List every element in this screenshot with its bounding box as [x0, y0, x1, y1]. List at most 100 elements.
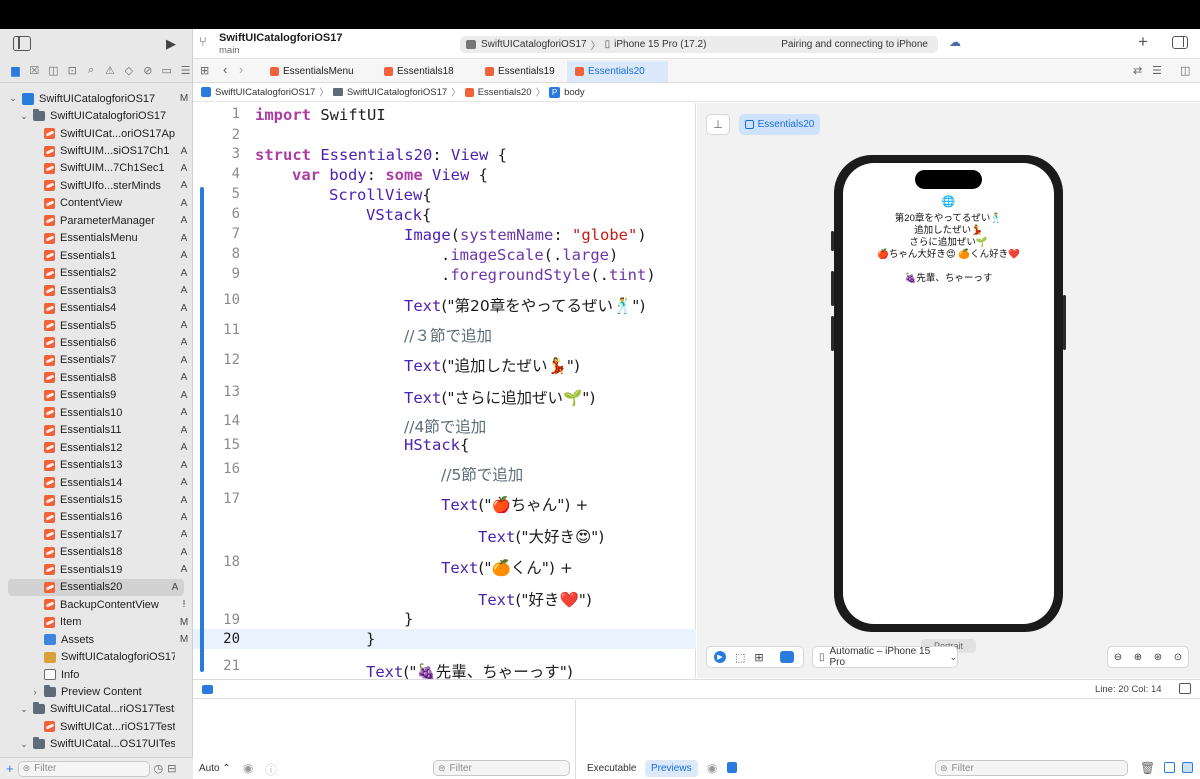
variables-view-icon[interactable]: [1164, 762, 1175, 773]
symbol-icon[interactable]: ⊡: [65, 63, 80, 78]
chevron-right-icon[interactable]: ›: [30, 687, 40, 697]
jumpbar-folder[interactable]: SwiftUICatalogforiOS17: [347, 87, 447, 98]
code-line-20[interactable]: }: [366, 630, 375, 648]
live-preview-icon[interactable]: ▶: [714, 651, 726, 663]
file-tree-item[interactable]: ParameterManager A: [0, 212, 193, 229]
file-tree-item[interactable]: Essentials12 A: [0, 439, 193, 456]
code-line-11[interactable]: //３節で追加: [404, 324, 492, 346]
zoom-fit-icon[interactable]: ⊙: [1174, 652, 1182, 663]
variables-filter-field[interactable]: ⊜ Filter: [433, 760, 570, 776]
code-line-15[interactable]: HStack{: [404, 436, 469, 454]
scheme-device[interactable]: iPhone 15 Pro (17.2): [614, 39, 706, 50]
trash-icon[interactable]: 🗑: [1140, 761, 1155, 775]
file-tree-item[interactable]: ⌄ SwiftUICatalogforiOS17 M: [0, 90, 193, 107]
file-tree-item[interactable]: BackupContentView!: [0, 596, 193, 613]
file-tree-item[interactable]: Essentials6 A: [0, 334, 193, 351]
code-line-19[interactable]: }: [404, 610, 413, 628]
navigator-filter-field[interactable]: ⊜ Filter: [17, 760, 150, 777]
file-tree-item[interactable]: Essentials20 A: [8, 578, 184, 596]
device-menu[interactable]: ▯ Automatic – iPhone 15 Pro ⌄: [812, 646, 958, 668]
test-icon[interactable]: ◇: [121, 63, 136, 78]
jumpbar-symbol[interactable]: body: [564, 87, 585, 98]
tab-essentials18[interactable]: Essentials18: [376, 61, 476, 82]
file-tree-item[interactable]: Essentials9 A: [0, 387, 193, 404]
pane-divider[interactable]: [575, 700, 576, 779]
branch-label[interactable]: main: [219, 45, 240, 56]
auto-menu[interactable]: Auto ⌃: [199, 763, 231, 774]
file-tree-item[interactable]: Essentials14 A: [0, 474, 193, 491]
file-tree-item[interactable]: SwiftUIM...7Ch1Sec1 A: [0, 160, 193, 177]
code-line-18a[interactable]: Text("🍊くん") +: [441, 556, 573, 578]
related-items-icon[interactable]: ⇄: [1133, 64, 1142, 77]
code-line-1[interactable]: import SwiftUI: [255, 106, 386, 124]
file-tree-item[interactable]: Essentials10 A: [0, 404, 193, 421]
file-tree-item[interactable]: Essentials11 A: [0, 422, 193, 439]
file-tree-item[interactable]: ⌄ SwiftUICatal...OS17UITests: [0, 736, 193, 753]
file-tree-item[interactable]: EssentialsMenu A: [0, 230, 193, 247]
code-line-16[interactable]: //5節で追加: [441, 463, 523, 485]
file-tree-item[interactable]: Essentials1 A: [0, 247, 193, 264]
zoom-in-icon[interactable]: ⊕: [1134, 652, 1142, 663]
code-line-17a[interactable]: Text("🍎ちゃん") +: [441, 493, 588, 515]
sidebar-toggle-icon[interactable]: [13, 36, 31, 51]
issue-icon[interactable]: ⚠: [103, 63, 118, 78]
code-line-9[interactable]: .foregroundStyle(.tint): [441, 266, 656, 284]
file-tree-item[interactable]: Essentials17 A: [0, 526, 193, 543]
code-line-18b[interactable]: Text("好き❤️"): [478, 588, 592, 610]
scheme-target[interactable]: SwiftUICatalogforiOS17: [481, 39, 587, 50]
debug-area-toggle-icon[interactable]: [202, 685, 213, 694]
file-tree-item[interactable]: Essentials8 A: [0, 369, 193, 386]
code-line-7[interactable]: Image(systemName: "globe"): [404, 226, 647, 244]
info-icon[interactable]: ⓘ: [265, 761, 277, 778]
run-icon[interactable]: ▶: [164, 36, 178, 51]
add-icon[interactable]: +: [6, 761, 14, 776]
folder-icon[interactable]: ▆: [8, 63, 23, 78]
grid-icon[interactable]: ⊞: [200, 64, 209, 77]
code-line-10[interactable]: Text("第20章をやってるぜい🕺"): [404, 294, 645, 316]
editor-options-icon[interactable]: ☰: [1152, 64, 1162, 77]
executable-tab[interactable]: Executable: [587, 763, 636, 774]
file-tree-item[interactable]: Essentials5 A: [0, 317, 193, 334]
code-line-3[interactable]: struct Essentials20: View {: [255, 146, 507, 164]
file-tree-item[interactable]: ⌄ SwiftUICatalogforiOS17: [0, 107, 193, 124]
recent-files-icon[interactable]: ◷: [154, 762, 164, 775]
zoom-100-icon[interactable]: ⊛: [1154, 652, 1162, 663]
file-tree-item[interactable]: SwiftUICat...riOS17Tests: [0, 718, 193, 735]
file-tree-item[interactable]: Essentials13 A: [0, 456, 193, 473]
eye-icon[interactable]: ◉: [243, 761, 253, 775]
variants-icon[interactable]: ⊞: [754, 651, 763, 664]
chevron-down-icon[interactable]: ⌄: [19, 739, 29, 750]
file-tree-item[interactable]: Assets M: [0, 631, 193, 648]
code-line-4[interactable]: var body: some View {: [292, 166, 488, 184]
find-icon[interactable]: ⌕: [84, 63, 99, 78]
tab-essentials19[interactable]: Essentials19: [477, 61, 567, 82]
file-tree-item[interactable]: Essentials16 A: [0, 509, 193, 526]
code-line-13[interactable]: Text("さらに追加ぜい🌱"): [404, 386, 595, 408]
file-tree-item[interactable]: Essentials4 A: [0, 299, 193, 316]
console-view-icon[interactable]: [1182, 762, 1193, 773]
file-tree-item[interactable]: Essentials3 A: [0, 282, 193, 299]
code-line-6[interactable]: VStack{: [366, 206, 431, 224]
file-tree-item[interactable]: SwiftUIM...siOS17Ch1 A: [0, 142, 193, 159]
split-editor-icon[interactable]: ◫: [1180, 64, 1190, 77]
file-tree-item[interactable]: ⌄ SwiftUICatal...riOS17Tests: [0, 701, 193, 718]
file-tree-item[interactable]: SwiftUICat...oriOS17App: [0, 125, 193, 142]
code-line-12[interactable]: Text("追加したぜい💃"): [404, 354, 580, 376]
console-filter-field[interactable]: ⊜ Filter: [935, 760, 1128, 776]
file-tree-item[interactable]: Essentials18 A: [0, 544, 193, 561]
bottom-panel-icon[interactable]: [1179, 683, 1191, 694]
jumpbar-project[interactable]: SwiftUICatalogforiOS17: [215, 87, 315, 98]
zoom-out-icon[interactable]: ⊖: [1114, 652, 1122, 663]
code-line-17b[interactable]: Text("大好き😍"): [478, 525, 604, 547]
chevron-down-icon[interactable]: ⌄: [19, 111, 29, 122]
chevron-down-icon[interactable]: ⌄: [19, 704, 29, 715]
tab-essentials20[interactable]: Essentials20: [567, 61, 668, 82]
jumpbar-file[interactable]: Essentials20: [478, 87, 532, 98]
inspector-toggle-icon[interactable]: [1172, 36, 1188, 49]
eye-icon[interactable]: ◉: [707, 761, 717, 775]
back-icon[interactable]: ‹: [223, 62, 227, 77]
cloud-status-icon[interactable]: ☁: [948, 35, 962, 49]
forward-icon[interactable]: ›: [239, 62, 243, 77]
code-line-14[interactable]: //4節で追加: [404, 415, 486, 437]
source-control-icon[interactable]: ☒: [27, 63, 42, 78]
